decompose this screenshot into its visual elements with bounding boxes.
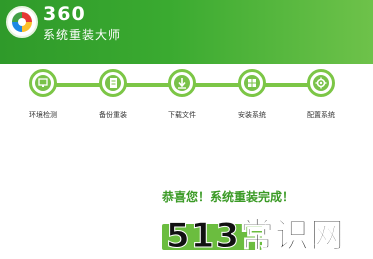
step-circle — [238, 69, 266, 97]
download-icon — [178, 78, 186, 89]
step-install-system: 安装系统 — [222, 69, 282, 120]
step-configure-system: 配置系统 — [291, 69, 351, 120]
step-download-files: 下载文件 — [152, 69, 212, 120]
step-circle — [307, 69, 335, 97]
windows-icon — [248, 79, 256, 87]
step-label: 备份重装 — [99, 111, 127, 119]
progress-steps: 环境检测 备份重装 下载文件 安装系统 配置系统 — [0, 64, 373, 128]
step-label: 下载文件 — [168, 111, 196, 119]
app-subtitle: 系统重装大师 — [43, 28, 122, 42]
app-header: 360 系统重装大师 — [0, 0, 373, 64]
step-label: 配置系统 — [307, 111, 335, 119]
watermark: 513常识网 — [166, 216, 345, 257]
step-backup-reinstall: 备份重装 — [83, 69, 143, 120]
monitor-icon — [38, 78, 48, 87]
document-icon — [110, 78, 117, 88]
gear-icon — [315, 77, 327, 89]
completion-message: 恭喜您！系统重装完成！ — [162, 190, 295, 204]
logo-icon — [12, 12, 32, 32]
step-circle — [29, 69, 57, 97]
step-circle — [168, 69, 196, 97]
step-circle — [99, 69, 127, 97]
main-content: 恭喜您！系统重装完成！ 513常识网 — [0, 128, 373, 259]
step-label: 安装系统 — [238, 111, 266, 119]
step-label: 环境检测 — [29, 111, 57, 119]
app-logo — [6, 6, 38, 38]
step-environment-check: 环境检测 — [13, 69, 73, 120]
brand-name: 360 — [43, 3, 86, 25]
